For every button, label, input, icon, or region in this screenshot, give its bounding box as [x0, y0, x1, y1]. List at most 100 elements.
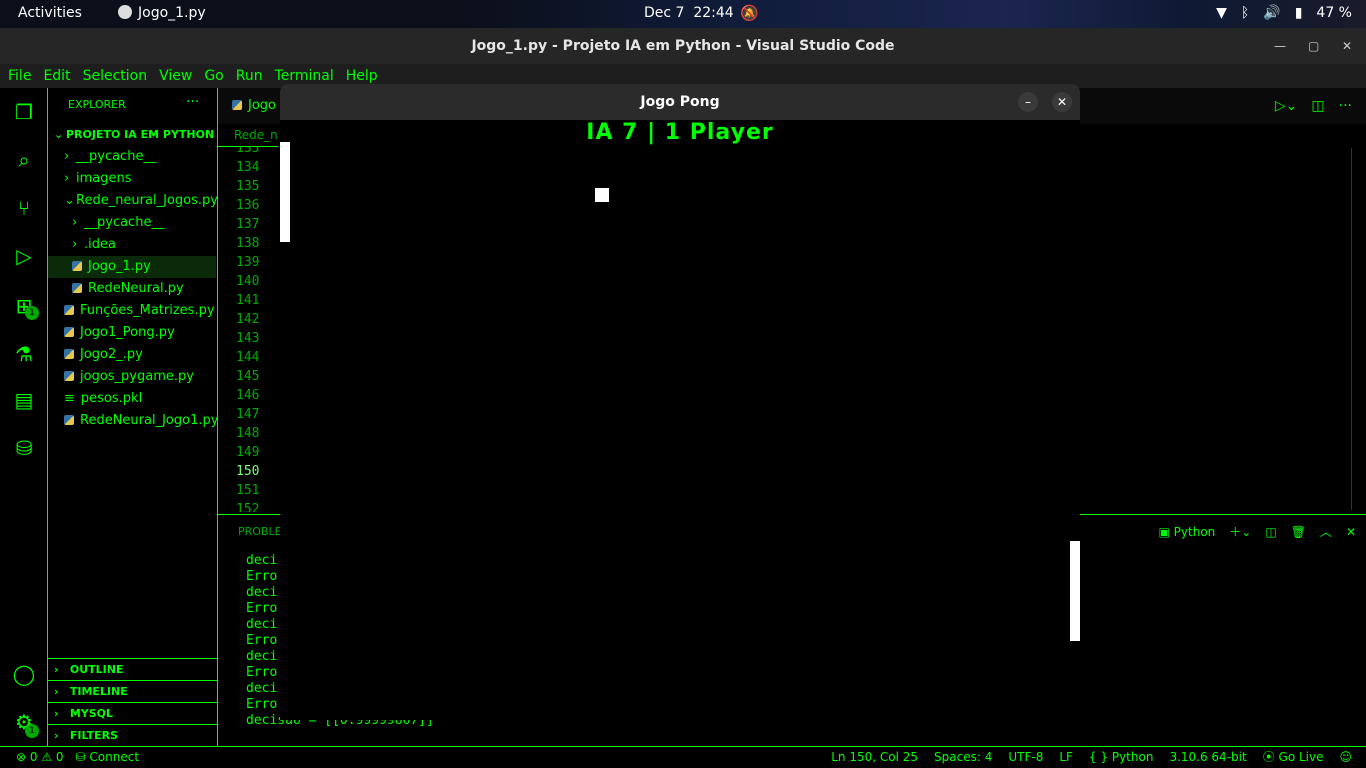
- kill-terminal-icon[interactable]: 🗑: [1291, 525, 1306, 539]
- tree-item[interactable]: › imagens: [64, 168, 132, 190]
- tree-item-label: imagens: [76, 171, 132, 186]
- pong-game-window: Jogo Pong – ✕ IA 7 | 1 Player: [280, 84, 1080, 720]
- python-file-icon: [72, 283, 82, 293]
- app-menu[interactable]: Jogo_1.py: [118, 5, 206, 21]
- section-mysql[interactable]: › MYSQL: [48, 702, 217, 724]
- cursor-position[interactable]: Ln 150, Col 25: [831, 747, 918, 767]
- menu-file[interactable]: File: [6, 64, 37, 88]
- menu-selection[interactable]: Selection: [81, 64, 154, 88]
- tree-item-label: __pycache__: [84, 215, 165, 230]
- source-control-icon[interactable]: ⑂: [12, 196, 36, 220]
- chevron-right-icon: ›: [64, 171, 70, 186]
- explorer-icon[interactable]: ❐: [12, 100, 36, 124]
- tree-item[interactable]: jogos_pygame.py: [64, 366, 194, 388]
- line-number: 143: [236, 331, 260, 346]
- python-file-icon: [64, 327, 74, 337]
- app-icon: [118, 5, 132, 19]
- line-number: 141: [236, 293, 260, 308]
- editor-scrollbar[interactable]: [1351, 148, 1352, 510]
- split-editor-icon[interactable]: ◫: [1311, 98, 1324, 114]
- more-actions-icon[interactable]: ···: [186, 94, 199, 110]
- close-panel-icon[interactable]: ✕: [1346, 525, 1356, 539]
- connect-status[interactable]: ⛁ Connect: [76, 747, 140, 767]
- problems-tab[interactable]: PROBLE: [238, 525, 282, 538]
- maximize-button[interactable]: ▢: [1308, 28, 1319, 64]
- tree-item-label: .idea: [84, 237, 116, 252]
- tree-item-label: Jogo_1.py: [88, 259, 151, 274]
- tree-item[interactable]: RedeNeural.py: [72, 278, 184, 300]
- notebook-icon[interactable]: ▤: [12, 388, 36, 412]
- tree-item[interactable]: › __pycache__: [64, 146, 156, 168]
- tree-item[interactable]: Jogo_1.py: [48, 256, 216, 278]
- project-root[interactable]: ⌄ PROJETO IA EM PYTHON: [54, 128, 214, 141]
- run-python-icon[interactable]: ▷⌄: [1275, 98, 1298, 114]
- section-filters[interactable]: › FILTERS: [48, 724, 217, 746]
- python-interpreter[interactable]: 3.10.6 64-bit: [1169, 747, 1246, 767]
- game-close-button[interactable]: ✕: [1052, 92, 1072, 112]
- line-number: 152: [236, 502, 260, 512]
- line-number: 150: [236, 464, 260, 479]
- tree-item[interactable]: › .idea: [72, 234, 116, 256]
- section-outline[interactable]: › OUTLINE: [48, 658, 217, 680]
- editor-actions: ▷⌄ ◫ ···: [1275, 98, 1352, 114]
- game-titlebar: Jogo Pong: [280, 84, 1080, 120]
- more-icon[interactable]: ···: [1339, 98, 1352, 114]
- terminal-line: deci: [246, 649, 278, 664]
- tree-item[interactable]: Funções_Matrizes.py: [64, 300, 215, 322]
- terminal-selector[interactable]: ▣ Python: [1159, 525, 1216, 539]
- indentation[interactable]: Spaces: 4: [934, 747, 992, 767]
- run-debug-icon[interactable]: ▷: [12, 244, 36, 268]
- tree-item[interactable]: ≡ pesos.pkl: [64, 388, 142, 410]
- window-title: Jogo_1.py - Projeto IA em Python - Visua…: [471, 38, 895, 54]
- menu-go[interactable]: Go: [202, 64, 229, 88]
- terminal-line: Erro: [246, 569, 278, 584]
- database-icon[interactable]: ⛁: [12, 436, 36, 460]
- battery-icon: ▮: [1294, 5, 1303, 21]
- explorer-sidebar: EXPLORER ··· ⌄ PROJETO IA EM PYTHON › __py…: [48, 88, 218, 746]
- tree-item[interactable]: Jogo2_.py: [64, 344, 143, 366]
- clock[interactable]: Dec 7 22:44: [644, 5, 734, 21]
- account-icon[interactable]: ◯: [12, 662, 36, 686]
- problems-status[interactable]: ⊗ 0 ⚠ 0: [16, 747, 64, 767]
- system-top-bar: Activities Jogo_1.py Dec 7 22:44 🔕 ▼ ᛒ 🔊…: [0, 0, 1366, 28]
- terminal-line: Erro: [246, 601, 278, 616]
- notification-muted-icon[interactable]: 🔕: [740, 4, 759, 22]
- menu-edit[interactable]: Edit: [41, 64, 76, 88]
- tree-item-label: RedeNeural_Jogo1.py: [80, 413, 219, 428]
- breadcrumb[interactable]: Rede_n: [234, 128, 278, 142]
- tree-item[interactable]: RedeNeural_Jogo1.py: [64, 410, 218, 432]
- menu-run[interactable]: Run: [234, 64, 269, 88]
- game-canvas[interactable]: IA 7 | 1 Player: [280, 120, 1080, 720]
- tree-item[interactable]: Jogo1_Pong.py: [64, 322, 175, 344]
- language-mode[interactable]: { } Python: [1089, 747, 1154, 767]
- editor-tab[interactable]: Jogo: [232, 98, 276, 113]
- end-of-line[interactable]: LF: [1059, 747, 1073, 767]
- tree-item[interactable]: ⌄Rede_neural_Jogos.py: [64, 190, 218, 212]
- line-number: 146: [236, 388, 260, 403]
- maximize-panel-icon[interactable]: ︿: [1320, 523, 1332, 540]
- new-terminal-icon[interactable]: ＋⌄: [1229, 523, 1251, 540]
- tree-item-label: pesos.pkl: [80, 391, 143, 406]
- game-minimize-button[interactable]: –: [1018, 92, 1038, 112]
- search-icon[interactable]: ⌕: [12, 148, 36, 172]
- tree-item-label: __pycache__: [76, 149, 157, 164]
- activities-button[interactable]: Activities: [18, 5, 82, 21]
- system-tray[interactable]: ▼ ᛒ 🔊 ▮ 47 %: [1216, 5, 1352, 21]
- score-text: IA 7 | 1 Player: [586, 120, 774, 145]
- activity-bar: ❐ ⌕ ⑂ ▷ ⊞ 1 ⚗ ▤ ⛁ ◯ ⚙ 1: [0, 88, 48, 746]
- encoding[interactable]: UTF-8: [1008, 747, 1043, 767]
- go-live-button[interactable]: ⦿ Go Live: [1263, 747, 1324, 767]
- feedback-icon[interactable]: ☺: [1339, 747, 1352, 767]
- terminal-line: Erro: [246, 633, 278, 648]
- close-window-button[interactable]: ✕: [1342, 28, 1352, 64]
- section-timeline[interactable]: › TIMELINE: [48, 680, 217, 702]
- tree-item[interactable]: › __pycache__: [72, 212, 164, 234]
- minimize-button[interactable]: —: [1274, 28, 1286, 64]
- testing-icon[interactable]: ⚗: [12, 342, 36, 366]
- tree-item-label: RedeNeural.py: [88, 281, 184, 296]
- menu-view[interactable]: View: [157, 64, 198, 88]
- line-number: 134: [236, 160, 260, 175]
- tree-item-label: Jogo2_.py: [80, 347, 143, 362]
- line-number: 138: [236, 236, 260, 251]
- split-terminal-icon[interactable]: ◫: [1265, 525, 1276, 539]
